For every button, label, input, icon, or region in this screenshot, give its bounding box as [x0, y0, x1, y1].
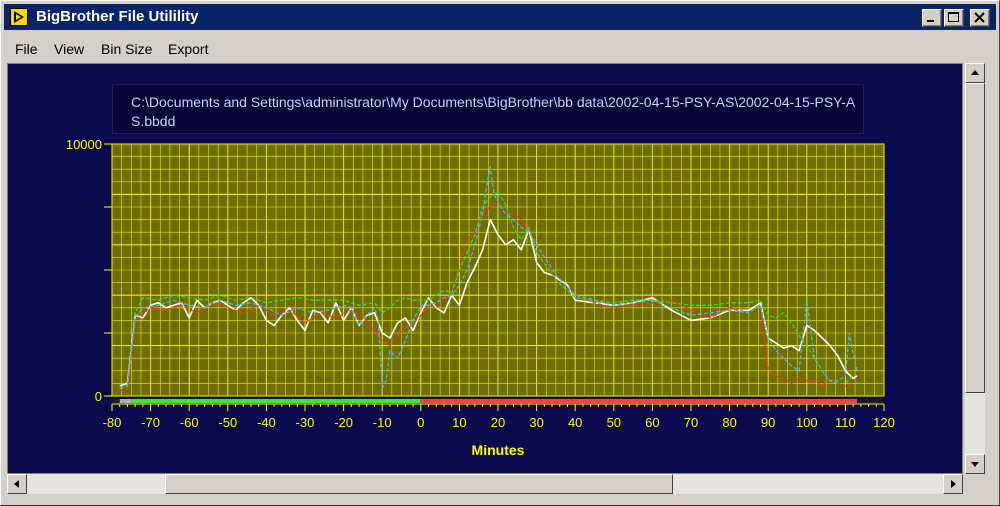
menu-bar: File View Bin Size Export: [4, 37, 996, 59]
y-axis-ticks: [104, 143, 112, 397]
horizontal-scroll-thumb[interactable]: [165, 474, 673, 494]
x-tick-label: 30: [529, 415, 543, 430]
vertical-scroll-thumb[interactable]: [965, 83, 985, 393]
menu-view[interactable]: View: [54, 41, 84, 57]
maximize-icon: [948, 12, 959, 22]
scroll-left-button[interactable]: [7, 474, 27, 494]
y-tick-label: 0: [95, 389, 102, 404]
maximize-button[interactable]: [944, 9, 964, 27]
close-button[interactable]: [970, 9, 990, 27]
horizontal-scrollbar[interactable]: [7, 474, 963, 494]
labview-arrow-icon[interactable]: [10, 8, 28, 26]
window-title: BigBrother File Utilility: [36, 8, 199, 25]
y-tick-label: 10000: [66, 137, 102, 152]
arrow-down-icon: [971, 462, 979, 467]
arrow-left-icon: [14, 480, 19, 488]
menu-file[interactable]: File: [15, 41, 38, 57]
x-tick-label: -10: [373, 415, 392, 430]
scroll-up-button[interactable]: [965, 63, 985, 83]
x-tick-label: -60: [180, 415, 199, 430]
x-tick-label: 110: [835, 415, 856, 430]
arrow-right-icon: [951, 480, 956, 488]
x-tick-label: -50: [218, 415, 237, 430]
x-tick-label: 40: [568, 415, 582, 430]
x-tick-label: 50: [607, 415, 621, 430]
condition-band: [119, 399, 132, 403]
x-tick-label: -30: [296, 415, 315, 430]
minutes-chart: 0 10000 -80 -70 -60 -50 -40 -30 -20 -10 0 10 20 30 40 5…: [66, 137, 895, 458]
close-icon: [974, 12, 985, 23]
x-tick-label: 10: [452, 415, 466, 430]
size-grip[interactable]: [965, 474, 985, 494]
x-tick-label: -80: [103, 415, 122, 430]
x-tick-label: 70: [684, 415, 698, 430]
x-tick-label: 80: [722, 415, 736, 430]
vertical-scrollbar[interactable]: [965, 63, 985, 474]
scroll-right-button[interactable]: [943, 474, 963, 494]
x-tick-label: 60: [645, 415, 659, 430]
arrow-up-icon: [971, 70, 979, 75]
x-axis-label: Minutes: [472, 442, 525, 458]
x-tick-label: 90: [761, 415, 775, 430]
x-tick-label: 0: [417, 415, 424, 430]
x-tick-label: 120: [873, 415, 895, 430]
x-tick-label: 20: [491, 415, 505, 430]
chart-panel: C:\Documents and Settings\administrator\…: [7, 63, 963, 474]
condition-band: [420, 399, 857, 403]
x-tick-label: -20: [334, 415, 353, 430]
x-tick-label: 100: [796, 415, 818, 430]
minimize-icon: [927, 20, 934, 22]
app-window: BigBrother File Utilility File View Bin …: [0, 0, 1000, 506]
title-bar[interactable]: BigBrother File Utilility: [4, 4, 996, 30]
grid-lines: [111, 143, 885, 397]
menu-export[interactable]: Export: [168, 41, 208, 57]
scroll-down-button[interactable]: [965, 454, 985, 474]
x-axis-ticks: [111, 403, 885, 411]
x-tick-label: -70: [141, 415, 160, 430]
minimize-button[interactable]: [922, 9, 942, 27]
menu-bin-size[interactable]: Bin Size: [101, 41, 152, 57]
x-tick-label: -40: [257, 415, 276, 430]
condition-band: [131, 399, 421, 403]
